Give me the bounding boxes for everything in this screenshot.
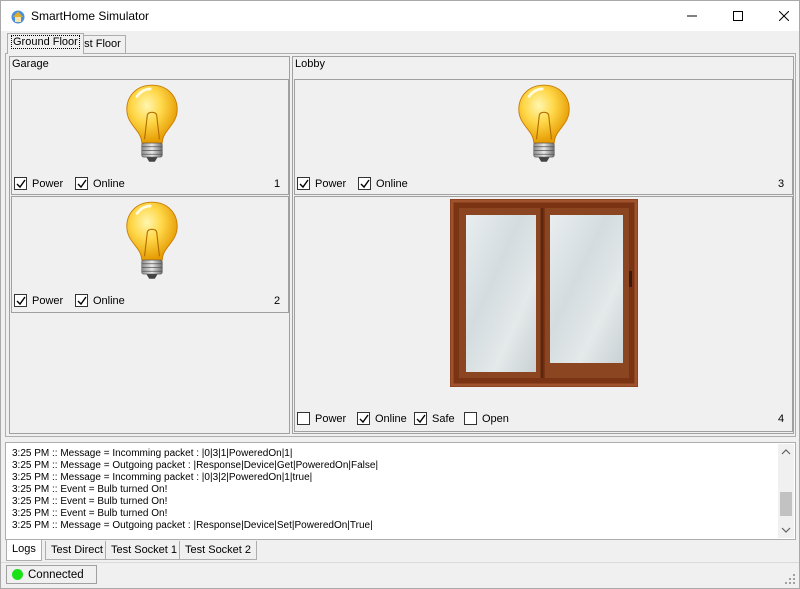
device-bulb-1: Power Online 1 (11, 79, 289, 195)
log-line: 3:25 PM :: Message = Incomming packet : … (12, 448, 293, 459)
maximize-button[interactable] (715, 1, 761, 31)
online-checkbox[interactable]: Online (358, 177, 408, 190)
scroll-up-button[interactable] (778, 444, 794, 460)
tab-test-socket-1[interactable]: Test Socket 1 (105, 541, 184, 560)
tab-test-direct-label: Test Direct (51, 544, 103, 556)
scroll-thumb[interactable] (780, 492, 792, 516)
online-label: Online (93, 294, 125, 307)
maximize-icon (733, 11, 743, 21)
checkbox-box (75, 177, 88, 190)
device-number: 1 (274, 178, 281, 190)
light-bulb-icon (124, 83, 180, 163)
scroll-down-button[interactable] (778, 522, 794, 538)
safe-label: Safe (432, 412, 455, 425)
tab-ground-floor[interactable]: Ground Floor (7, 33, 84, 54)
log-scrollbar[interactable] (778, 444, 794, 538)
status-indicator-icon (12, 569, 23, 580)
room-title-lobby: Lobby (295, 58, 325, 70)
checkbox-box (358, 177, 371, 190)
resize-grip-icon[interactable] (785, 574, 795, 584)
connection-status: Connected (6, 565, 97, 584)
minimize-button[interactable] (669, 1, 715, 31)
sliding-window-icon (450, 199, 638, 387)
safe-checkbox[interactable]: Safe (414, 412, 455, 425)
tab-logs-label: Logs (12, 543, 36, 555)
device-number: 3 (778, 178, 785, 190)
checkbox-box (464, 412, 477, 425)
open-checkbox[interactable]: Open (464, 412, 509, 425)
log-line: 3:25 PM :: Message = Incomming packet : … (12, 472, 313, 483)
room-garage: Garage Power Online 1 Power Online 2 (9, 56, 290, 434)
power-label: Power (32, 294, 64, 307)
device-number: 2 (274, 295, 281, 307)
device-window-4: Power Online Safe Open 4 (294, 196, 793, 432)
checkbox-box (297, 412, 310, 425)
power-label: Power (315, 412, 347, 425)
close-button[interactable] (761, 1, 800, 31)
checkbox-box (357, 412, 370, 425)
app-window: SmartHome Simulator Ground Floor 1st Flo… (0, 0, 800, 589)
log-line: 3:25 PM :: Message = Outgoing packet : |… (12, 460, 379, 471)
online-checkbox[interactable]: Online (75, 294, 125, 307)
online-checkbox[interactable]: Online (75, 177, 125, 190)
room-title-garage: Garage (12, 58, 49, 70)
online-checkbox[interactable]: Online (357, 412, 407, 425)
log-line: 3:25 PM :: Event = Bulb turned On! (12, 508, 168, 519)
ground-floor-page: Garage Power Online 1 Power Online 2 Lob… (5, 53, 796, 437)
tab-test-socket-2[interactable]: Test Socket 2 (179, 541, 258, 560)
device-bulb-2: Power Online 2 (11, 196, 289, 313)
device-number: 4 (778, 413, 785, 425)
log-textbox[interactable]: 3:25 PM :: Message = Incomming packet : … (5, 442, 796, 540)
title-bar[interactable]: SmartHome Simulator (1, 1, 799, 31)
tab-1st-floor-label: 1st Floor (78, 38, 121, 50)
room-lobby: Lobby Power Online 3 Power Online Safe O… (292, 56, 794, 434)
chevron-down-icon (781, 527, 791, 533)
log-line: 3:25 PM :: Message = Outgoing packet : |… (12, 520, 373, 531)
power-checkbox[interactable]: Power (297, 177, 346, 190)
tab-test-socket-2-label: Test Socket 2 (185, 544, 252, 556)
power-checkbox[interactable]: Power (14, 294, 63, 307)
status-text: Connected (28, 568, 84, 581)
checkbox-box (14, 177, 27, 190)
online-label: Online (375, 412, 407, 425)
log-line: 3:25 PM :: Event = Bulb turned On! (12, 484, 168, 495)
log-line: 3:25 PM :: Event = Bulb turned On! (12, 496, 168, 507)
power-label: Power (315, 177, 347, 190)
window-title: SmartHome Simulator (31, 9, 150, 23)
tab-test-socket-1-label: Test Socket 1 (111, 544, 178, 556)
light-bulb-icon (516, 83, 572, 163)
chevron-up-icon (781, 449, 791, 455)
checkbox-box (414, 412, 427, 425)
online-label: Online (376, 177, 408, 190)
power-label: Power (32, 177, 64, 190)
device-bulb-3: Power Online 3 (294, 79, 793, 195)
status-bar: Connected (1, 562, 799, 588)
open-label: Open (482, 412, 509, 425)
light-bulb-icon (124, 200, 180, 280)
checkbox-box (14, 294, 27, 307)
tab-ground-floor-label: Ground Floor (11, 35, 80, 49)
power-checkbox[interactable]: Power (297, 412, 346, 425)
house-icon (10, 8, 26, 24)
tab-test-direct[interactable]: Test Direct (45, 541, 109, 560)
checkbox-box (75, 294, 88, 307)
checkbox-box (297, 177, 310, 190)
power-checkbox[interactable]: Power (14, 177, 63, 190)
minimize-icon (687, 15, 697, 17)
close-icon (779, 11, 789, 21)
tab-logs[interactable]: Logs (6, 540, 42, 561)
log-lines: 3:25 PM :: Message = Incomming packet : … (12, 448, 378, 532)
online-label: Online (93, 177, 125, 190)
